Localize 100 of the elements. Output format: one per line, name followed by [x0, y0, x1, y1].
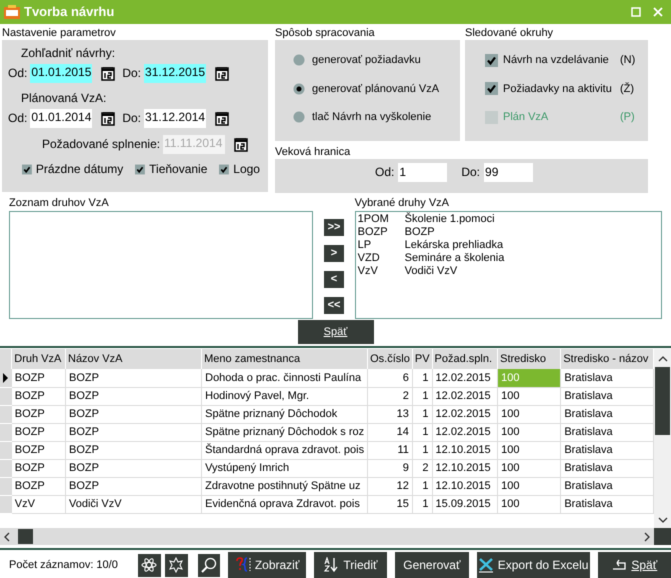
table-cell: 1	[412, 423, 432, 441]
back-button[interactable]: Späť	[598, 552, 671, 578]
list-item-name: Vodiči VzV	[404, 265, 458, 278]
age-field[interactable]: 1	[398, 163, 448, 182]
table-cell: Štandardná oprava zdravot. pois	[202, 441, 368, 459]
column-header[interactable]: Druh VzA	[12, 349, 66, 369]
table-cell: 15	[368, 495, 412, 513]
field-label: Do:	[122, 110, 142, 127]
list-item-code: 1POM	[358, 213, 390, 226]
table-cell: BOZP	[12, 387, 66, 405]
column-header[interactable]: Názov VzA	[66, 349, 202, 369]
table-cell: 12.02.2015	[432, 369, 498, 387]
age-field[interactable]: 99	[484, 163, 534, 182]
date-field[interactable]: 01.01.2014	[30, 108, 92, 128]
table-cell: 1	[412, 477, 432, 495]
table-cell: 13	[368, 405, 412, 423]
group-label: Zohľadniť návrhy:	[20, 45, 116, 60]
table-cell: 100	[498, 369, 561, 387]
field-label: Od:	[8, 65, 28, 82]
calendar-icon[interactable]	[215, 110, 230, 126]
cross-icon	[478, 557, 494, 573]
table-cell: Vystúpený Imrich	[202, 459, 368, 477]
table-cell: 1	[412, 405, 432, 423]
chosen-list[interactable]: 1POM Školenie 1.pomoci BOZP BOZP LP Lekárska prehliadka VZD Semináre a školenia VzV Vodiči VzV	[354, 211, 662, 319]
column-header[interactable]: Meno zamestnanca	[202, 349, 368, 369]
table-cell: 6	[368, 369, 412, 387]
table-cell: Zdravotne postihnutý Spätne uz	[202, 477, 368, 495]
column-header[interactable]: Os.číslo	[368, 349, 412, 369]
back-button[interactable]: Späť	[298, 320, 374, 344]
group-title: Sledované okruhy	[465, 26, 554, 40]
sort-button[interactable]: Triediť	[314, 552, 388, 578]
table-cell: Dohoda o prac. činnosti Paulína	[202, 369, 368, 387]
calendar-icon[interactable]	[234, 136, 248, 152]
table-cell: Spätne priznaný Dôchodok s roz	[202, 423, 368, 441]
table-cell: Hodinový Pavel, Mgr.	[202, 387, 368, 405]
table-cell: Bratislava	[560, 477, 654, 495]
scrollbar-corner	[654, 528, 671, 545]
available-list[interactable]	[9, 211, 314, 319]
radio-button[interactable]	[293, 111, 305, 124]
list-item-code: VZD	[358, 252, 381, 265]
calendar-icon[interactable]	[101, 110, 116, 126]
excel-button[interactable]: Export do Excelu	[476, 552, 590, 578]
list-item-name: Semináre a školenia	[404, 252, 504, 265]
search-icon	[201, 557, 217, 573]
transfer-button[interactable]: >	[324, 245, 344, 262]
column-header[interactable]: PV	[412, 349, 432, 369]
star-button[interactable]	[164, 554, 188, 576]
checkbox[interactable]	[485, 54, 498, 67]
field-label: Do:	[122, 65, 142, 82]
table-cell: 100	[498, 441, 561, 459]
transfer-button[interactable]: >>	[324, 219, 344, 236]
column-header[interactable]: Požad.spln.	[432, 349, 498, 369]
plain-button[interactable]: Generovať	[395, 552, 469, 578]
checkbox-label: Plán VzA	[503, 110, 550, 125]
checkbox[interactable]	[135, 162, 146, 176]
table-cell: 100	[498, 387, 561, 405]
checkbox-label: Prázdne dátumy	[36, 161, 124, 178]
table-cell: 1	[412, 387, 432, 405]
bracket-icon	[234, 557, 251, 573]
table-cell: 15.09.2015	[432, 495, 498, 513]
checkbox[interactable]	[22, 162, 32, 176]
radio-label: generovať požiadavku	[312, 53, 421, 68]
radio-button[interactable]	[293, 82, 305, 95]
field-label: Požadované splnenie:	[42, 136, 160, 153]
calendar-icon[interactable]	[215, 66, 230, 80]
list-item-name: Školenie 1.pomoci	[404, 213, 495, 226]
table-cell: 100	[498, 495, 561, 513]
radio-label: generovať plánovanú VzA	[312, 82, 440, 96]
table-cell: 12.10.2015	[432, 459, 498, 477]
group-title: Spôsob spracovania	[275, 26, 376, 40]
scrollbar-thumb[interactable]	[18, 529, 33, 544]
table-cell: 14	[368, 423, 412, 441]
app-logo-icon	[4, 5, 20, 19]
table-cell: BOZP	[12, 441, 66, 459]
list-item-code: VzV	[358, 265, 379, 278]
radio-button[interactable]	[293, 54, 305, 66]
search-button[interactable]	[198, 554, 220, 576]
table-cell: VzV	[12, 495, 66, 513]
table-cell: 100	[498, 477, 561, 495]
sort-icon	[323, 557, 340, 573]
table-cell: BOZP	[66, 459, 202, 477]
row-header[interactable]	[0, 369, 12, 387]
list-title: Vybrané druhy VzA	[354, 196, 450, 211]
date-field[interactable]: 31.12.2014	[144, 108, 206, 128]
checkbox[interactable]	[485, 82, 498, 96]
star-icon	[168, 557, 184, 573]
calendar-icon[interactable]	[101, 66, 116, 80]
list-item-code: LP	[358, 239, 372, 252]
show-button[interactable]: Zobraziť	[228, 552, 306, 578]
checkbox-label: Požiadavky na aktivitu	[503, 82, 613, 96]
checkbox-label: Tieňovanie	[149, 161, 208, 178]
transfer-button[interactable]: <<	[324, 297, 344, 314]
checkbox[interactable]	[219, 162, 230, 176]
atom-button[interactable]	[138, 554, 161, 576]
scrollbar-thumb[interactable]	[655, 367, 670, 435]
radio-label: tlač Návrh na vyškolenie	[312, 110, 432, 125]
date-field[interactable]: 31.12.2015	[144, 64, 206, 82]
date-field[interactable]: 01.01.2015	[30, 64, 92, 82]
group-title: Veková hranica	[275, 145, 352, 159]
transfer-button[interactable]: <	[324, 271, 344, 288]
